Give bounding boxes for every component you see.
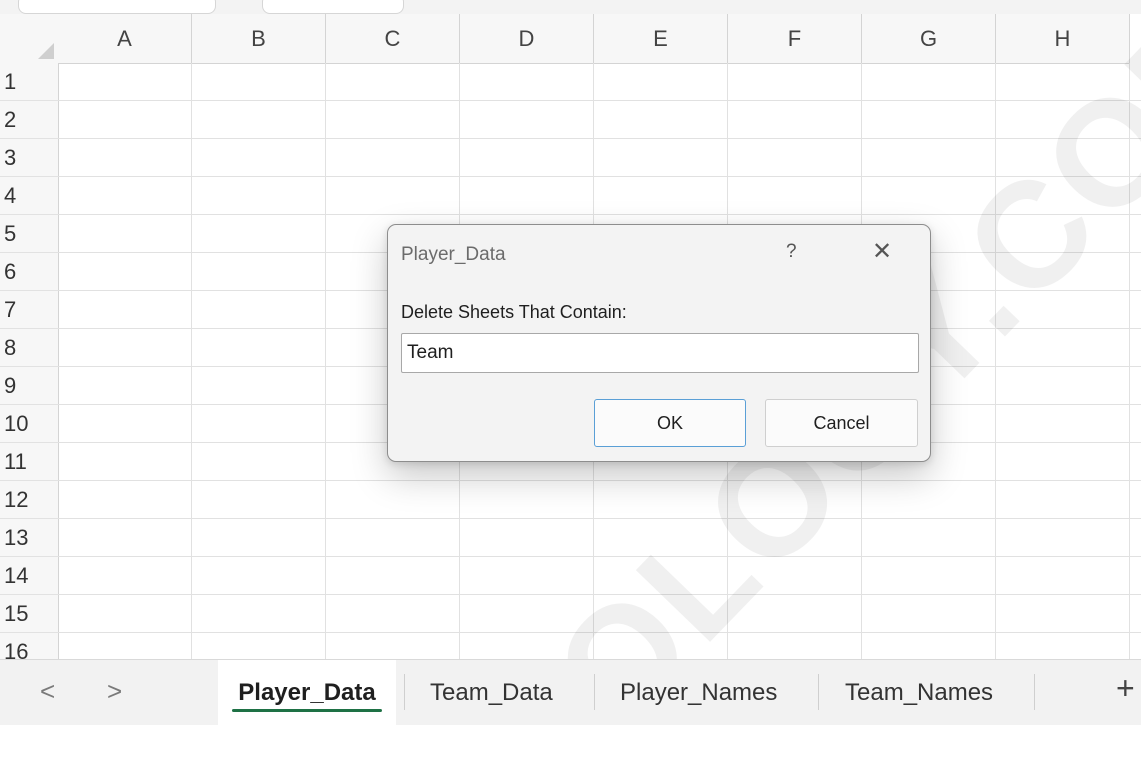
tab-divider (818, 674, 819, 710)
active-tab-underline (232, 709, 382, 712)
formula-control[interactable] (262, 0, 404, 14)
row-headers: 1 2 3 4 5 6 7 8 9 10 11 12 13 14 15 16 (0, 63, 59, 659)
row-header[interactable]: 11 (0, 443, 58, 481)
sheet-tab-bar: < > Player_Data Team_Data Player_Names T… (0, 659, 1141, 725)
sheet-tab-player-data[interactable]: Player_Data (218, 660, 396, 725)
sheet-tab-team-data[interactable]: Team_Data (430, 660, 553, 725)
top-toolbar-strip (0, 0, 1141, 15)
row-header[interactable]: 6 (0, 253, 58, 291)
column-header[interactable]: G (862, 14, 996, 63)
column-header[interactable]: C (326, 14, 460, 63)
close-icon[interactable]: ✕ (872, 240, 892, 264)
select-all-corner[interactable] (0, 14, 59, 64)
column-headers: A B C D E F G H (58, 14, 1130, 64)
tab-divider (404, 674, 405, 710)
row-header[interactable]: 8 (0, 329, 58, 367)
row-header[interactable]: 9 (0, 367, 58, 405)
dialog-title: Player_Data (401, 244, 506, 265)
column-header[interactable]: D (460, 14, 594, 63)
sheet-tab-team-names[interactable]: Team_Names (845, 660, 993, 725)
dialog-prompt: Delete Sheets That Contain: (401, 302, 627, 322)
tab-divider (594, 674, 595, 710)
column-header[interactable]: A (58, 14, 192, 63)
column-header[interactable]: F (728, 14, 862, 63)
prev-sheet-icon[interactable]: < (40, 676, 55, 707)
row-header[interactable]: 3 (0, 139, 58, 177)
row-header[interactable]: 7 (0, 291, 58, 329)
name-box[interactable] (18, 0, 216, 14)
row-header[interactable]: 13 (0, 519, 58, 557)
row-header[interactable]: 12 (0, 481, 58, 519)
row-header[interactable]: 16 (0, 633, 58, 659)
row-header[interactable]: 1 (0, 63, 58, 101)
cancel-button[interactable]: Cancel (765, 399, 918, 447)
row-header[interactable]: 10 (0, 405, 58, 443)
column-header[interactable]: B (192, 14, 326, 63)
column-header[interactable]: H (996, 14, 1130, 63)
row-header[interactable]: 14 (0, 557, 58, 595)
help-icon[interactable]: ? (786, 241, 797, 263)
sheet-tab-player-names[interactable]: Player_Names (620, 660, 777, 725)
row-header[interactable]: 15 (0, 595, 58, 633)
sheet-tab-label: Player_Data (238, 678, 376, 706)
ok-button[interactable]: OK (594, 399, 746, 447)
tab-divider (1034, 674, 1035, 710)
row-header[interactable]: 4 (0, 177, 58, 215)
next-sheet-icon[interactable]: > (107, 676, 122, 707)
column-header[interactable]: E (594, 14, 728, 63)
sheet-name-input[interactable] (401, 333, 919, 373)
row-header[interactable]: 2 (0, 101, 58, 139)
input-dialog: Player_Data ? ✕ Delete Sheets That Conta… (387, 224, 931, 462)
row-header[interactable]: 5 (0, 215, 58, 253)
add-sheet-icon[interactable]: + (1116, 670, 1135, 707)
